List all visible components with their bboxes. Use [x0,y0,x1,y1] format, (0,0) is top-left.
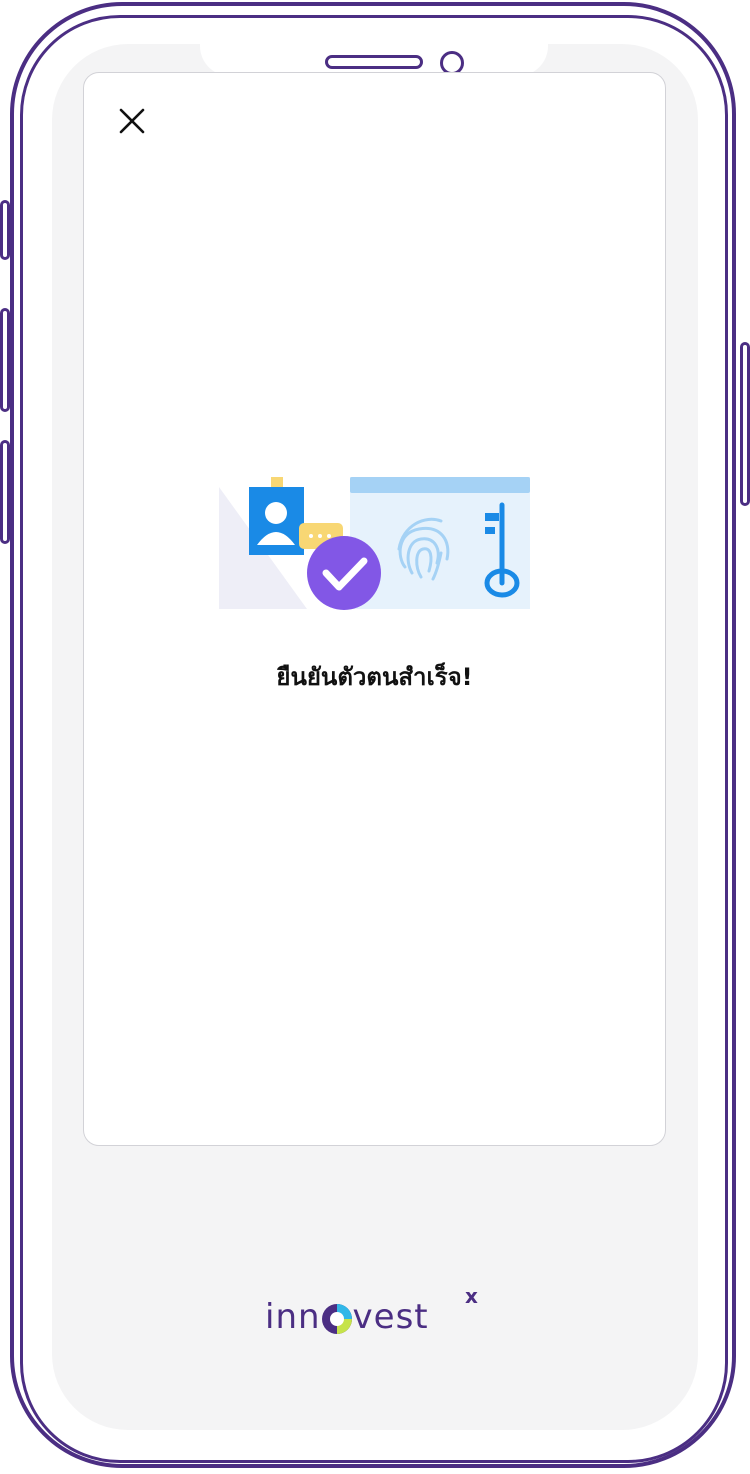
brand-superscript: x [465,1284,478,1308]
volume-mute-button [0,200,10,260]
innovestx-logo: inn vest x [265,1284,489,1337]
verification-success-screen: ยืนยันตัวตนสำเร็จ! [83,72,666,1146]
device-mockup: ยืนยันตัวตนสำเร็จ! inn vest x [0,0,750,1474]
success-message: ยืนยันตัวตนสำเร็จ! [276,663,473,691]
volume-up-button [0,308,10,412]
phone-notch [200,30,548,76]
close-icon [119,108,145,134]
identity-verification-illustration [219,477,530,610]
power-button [740,342,750,506]
close-button[interactable] [110,99,154,143]
speaker-grille [325,55,423,69]
brand-o-icon [321,1304,352,1334]
volume-down-button [0,440,10,544]
brand-text-prefix: inn [265,1297,321,1337]
brand-text-suffix: vest [352,1297,429,1337]
